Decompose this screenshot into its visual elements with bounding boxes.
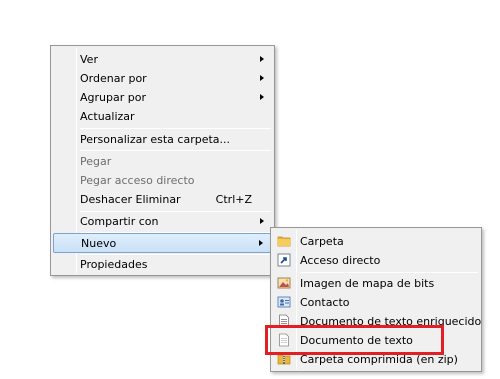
submenu-arrow-icon (259, 240, 263, 246)
submenu-item-carpeta[interactable]: Carpeta (273, 232, 479, 251)
submenu-item-label: Carpeta (300, 235, 344, 248)
menu-item-agrupar-por[interactable]: Agrupar por (53, 88, 272, 107)
submenu-item-label: Contacto (300, 296, 350, 309)
shortcut-icon (277, 253, 291, 267)
menu-item-ordenar-por[interactable]: Ordenar por (53, 69, 272, 88)
contact-icon (277, 295, 291, 309)
menu-item-pegar[interactable]: Pegar (53, 152, 272, 171)
annotation-highlight-box (265, 325, 444, 355)
menu-item-label: Pegar acceso directo (80, 174, 195, 187)
menu-item-compartir-con[interactable]: Compartir con (53, 212, 272, 231)
menu-item-label: Agrupar por (80, 91, 146, 104)
menu-item-label: Actualizar (80, 110, 135, 123)
submenu-arrow-icon (260, 75, 264, 81)
menu-item-deshacer-eliminar[interactable]: Deshacer Eliminar Ctrl+Z (53, 190, 272, 209)
submenu-item-imagen-bits[interactable]: Imagen de mapa de bits (273, 274, 479, 293)
menu-separator (300, 272, 478, 273)
menu-item-pegar-acceso-directo[interactable]: Pegar acceso directo (53, 171, 272, 190)
folder-icon (277, 234, 291, 248)
menu-item-actualizar[interactable]: Actualizar (53, 107, 272, 126)
menu-separator (80, 150, 271, 151)
submenu-item-contacto[interactable]: Contacto (273, 293, 479, 312)
submenu-arrow-icon (260, 94, 264, 100)
menu-item-ver[interactable]: Ver (53, 50, 272, 69)
menu-item-shortcut: Ctrl+Z (215, 193, 252, 206)
submenu-arrow-icon (260, 56, 264, 62)
menu-item-label: Ordenar por (80, 72, 147, 85)
submenu-item-label: Imagen de mapa de bits (300, 277, 435, 290)
menu-item-nuevo[interactable]: Nuevo (53, 233, 272, 253)
submenu-arrow-icon (260, 218, 264, 224)
menu-item-personalizar-carpeta[interactable]: Personalizar esta carpeta... (53, 130, 272, 149)
bitmap-image-icon (277, 276, 291, 290)
menu-item-label: Pegar (80, 155, 112, 168)
menu-separator (80, 128, 271, 129)
menu-item-label: Ver (80, 53, 98, 66)
submenu-item-label: Acceso directo (300, 254, 381, 267)
menu-item-propiedades[interactable]: Propiedades (53, 255, 272, 274)
context-menu: Ver Ordenar por Agrupar por Actualizar P… (50, 45, 275, 276)
submenu-item-acceso-directo[interactable]: Acceso directo (273, 251, 479, 270)
menu-item-label: Propiedades (80, 258, 148, 271)
menu-item-label: Deshacer Eliminar (80, 193, 181, 206)
menu-item-label: Compartir con (80, 215, 159, 228)
menu-item-label: Personalizar esta carpeta... (80, 133, 231, 146)
menu-item-label: Nuevo (81, 236, 117, 250)
